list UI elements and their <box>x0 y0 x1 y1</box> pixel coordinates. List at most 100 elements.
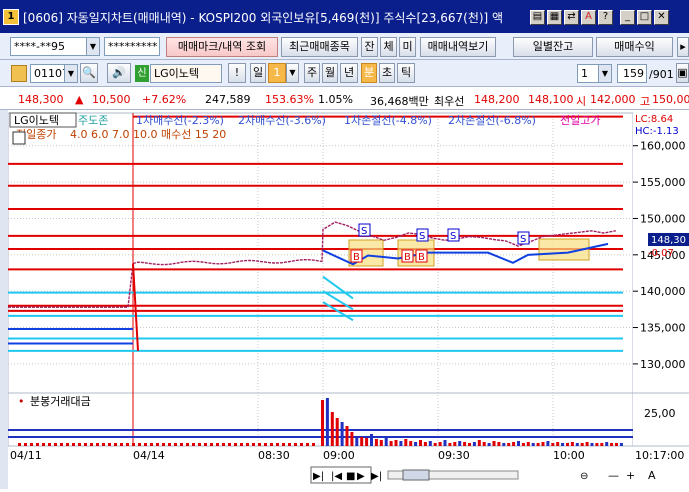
volume-bar <box>126 443 129 446</box>
speaker-icon[interactable]: 🔊 <box>107 63 131 83</box>
layout-icon[interactable]: ▤ <box>530 10 545 25</box>
period-tick-button[interactable]: 틱 <box>397 63 415 83</box>
chevron-down-icon[interactable]: ▼ <box>86 38 99 55</box>
account-toolbar: ****-**95 ▼ ********* 매매마크/내역 조회 최근매매종목 잔… <box>0 33 689 60</box>
scrollbar-thumb[interactable] <box>402 469 430 481</box>
y-tick-label: 140,000 <box>640 285 686 298</box>
lock-icon[interactable] <box>11 65 27 82</box>
volume-bar <box>453 442 457 446</box>
zoom-out-icon[interactable]: ⊖ <box>580 471 588 482</box>
stock-code-input[interactable]: 011070 ▼ <box>30 64 78 83</box>
copy-icon[interactable]: ▦ <box>547 10 562 25</box>
alert-icon[interactable]: A <box>581 10 596 25</box>
x-axis: 04/11 04/14 08:30 09:00 09:30 10:00 10:17:00 <box>10 449 684 462</box>
password-field[interactable]: ********* <box>104 37 160 56</box>
toggle-button[interactable]: ▣ <box>676 63 689 83</box>
volume-bar <box>610 443 614 446</box>
interval-select[interactable]: 1 ▼ <box>577 64 612 83</box>
period-sec-button[interactable]: 초 <box>379 63 395 83</box>
volume-bar <box>138 443 141 446</box>
count-input[interactable]: 159 <box>617 64 647 83</box>
search-icon[interactable]: 🔍 <box>80 63 98 83</box>
recent-items-button[interactable]: 최근매매종목 <box>281 37 358 57</box>
volume-bar <box>198 443 201 446</box>
volume-bar <box>252 443 255 446</box>
volume-bar <box>228 443 231 446</box>
volume-bar <box>78 443 81 446</box>
minimize-icon[interactable]: _ <box>620 10 635 25</box>
volume-bar <box>492 441 496 446</box>
legend-prev-high: 전일고가 <box>560 113 600 127</box>
info-button[interactable]: ! <box>228 63 246 83</box>
volume-bar <box>556 442 560 446</box>
plus-icon[interactable]: + <box>626 469 635 482</box>
more-button[interactable]: ▸ <box>677 37 689 57</box>
title-bar: 1 [0606] 자동일지차트(매매내역) - KOSPI200 외국인보유[5… <box>0 0 689 33</box>
scroll-prev-icon[interactable]: |◀ <box>331 471 342 482</box>
close-icon[interactable]: ✕ <box>654 10 669 25</box>
chart-area[interactable]: BBBSSSS 160,000 155,000 150,000 145,000 140,… <box>0 110 689 489</box>
minus-icon[interactable]: — <box>608 469 619 482</box>
scroll-first-icon[interactable]: ▶| <box>313 471 324 482</box>
volume-bar <box>132 443 135 446</box>
legend-line2: 2차매수선(-3.6%) <box>238 114 326 127</box>
period-month-button[interactable]: 월 <box>322 63 338 83</box>
volume-bar <box>18 443 21 446</box>
volume-bar <box>264 443 267 446</box>
volume-bar <box>162 443 165 446</box>
volume-bar <box>222 443 225 446</box>
calendar-icon[interactable] <box>12 131 26 145</box>
volume-bar <box>605 442 609 446</box>
scroll-controls[interactable]: ▶| |◀ ■ ▶ ▶| ⊖ — + A <box>310 466 656 484</box>
chevron-down-icon[interactable]: ▼ <box>598 65 611 82</box>
link-icon[interactable]: ⇄ <box>564 10 579 25</box>
text-size-icon[interactable]: A <box>648 469 656 482</box>
volume-bar <box>526 442 530 446</box>
help-icon[interactable]: ? <box>598 10 613 25</box>
tab-che[interactable]: 체 <box>380 37 397 57</box>
scroll-last-icon[interactable]: ▶| <box>371 471 382 482</box>
volume-bar <box>66 443 69 446</box>
volume-bar <box>36 443 39 446</box>
x-tick-label: 08:30 <box>258 449 290 462</box>
chevron-down-icon[interactable]: ▼ <box>64 65 77 82</box>
volume-bar <box>335 418 339 446</box>
tab-mi[interactable]: 미 <box>399 37 416 57</box>
volume-bar <box>546 441 550 446</box>
account-select[interactable]: ****-**95 ▼ <box>10 37 100 56</box>
period-year-button[interactable]: 년 <box>340 63 358 83</box>
period-week-button[interactable]: 주 <box>304 63 320 83</box>
volume-bar <box>507 443 511 446</box>
volume-panel-label: 분봉거래대금 <box>30 395 91 408</box>
volume-bar <box>468 443 471 446</box>
volume-bar <box>399 441 403 446</box>
stock-name-field[interactable]: LG이노텍 <box>150 64 222 83</box>
volume-bar <box>536 443 540 446</box>
history-button[interactable]: 매매내역보기 <box>420 37 496 57</box>
volume-bar <box>472 442 476 446</box>
scroll-next-icon[interactable]: ▶ <box>357 471 365 482</box>
chevron-down-icon[interactable]: ▼ <box>286 63 299 83</box>
buy-marker: B <box>418 252 425 263</box>
period-num-button[interactable]: 1 <box>268 63 286 83</box>
price-chart[interactable]: B B BS S S S 160,000155,000150,000145,000140,… <box>7 110 689 489</box>
volume-bar <box>384 438 388 446</box>
trade-mark-button[interactable]: 매매마크/내역 조회 <box>166 37 278 57</box>
y-axis-panel <box>633 113 689 446</box>
volume-bar <box>312 443 315 446</box>
volume-bar <box>365 438 369 446</box>
volume-bar <box>108 443 111 446</box>
sell-marker: S <box>520 234 526 245</box>
volume-bar <box>497 442 501 446</box>
period-min-button[interactable]: 분 <box>361 63 377 83</box>
volume-bar <box>120 443 123 446</box>
stop-icon[interactable]: ■ <box>346 471 355 482</box>
maximize-icon[interactable]: □ <box>637 10 652 25</box>
tab-jan[interactable]: 잔 <box>361 37 378 57</box>
volume-bar <box>150 443 153 446</box>
daily-balance-button[interactable]: 일별잔고 <box>513 37 593 57</box>
volume-bar <box>379 440 383 446</box>
trade-profit-button[interactable]: 매매수익 <box>596 37 673 57</box>
x-tick-label: 09:30 <box>438 449 470 462</box>
period-day-button[interactable]: 일 <box>250 63 266 83</box>
